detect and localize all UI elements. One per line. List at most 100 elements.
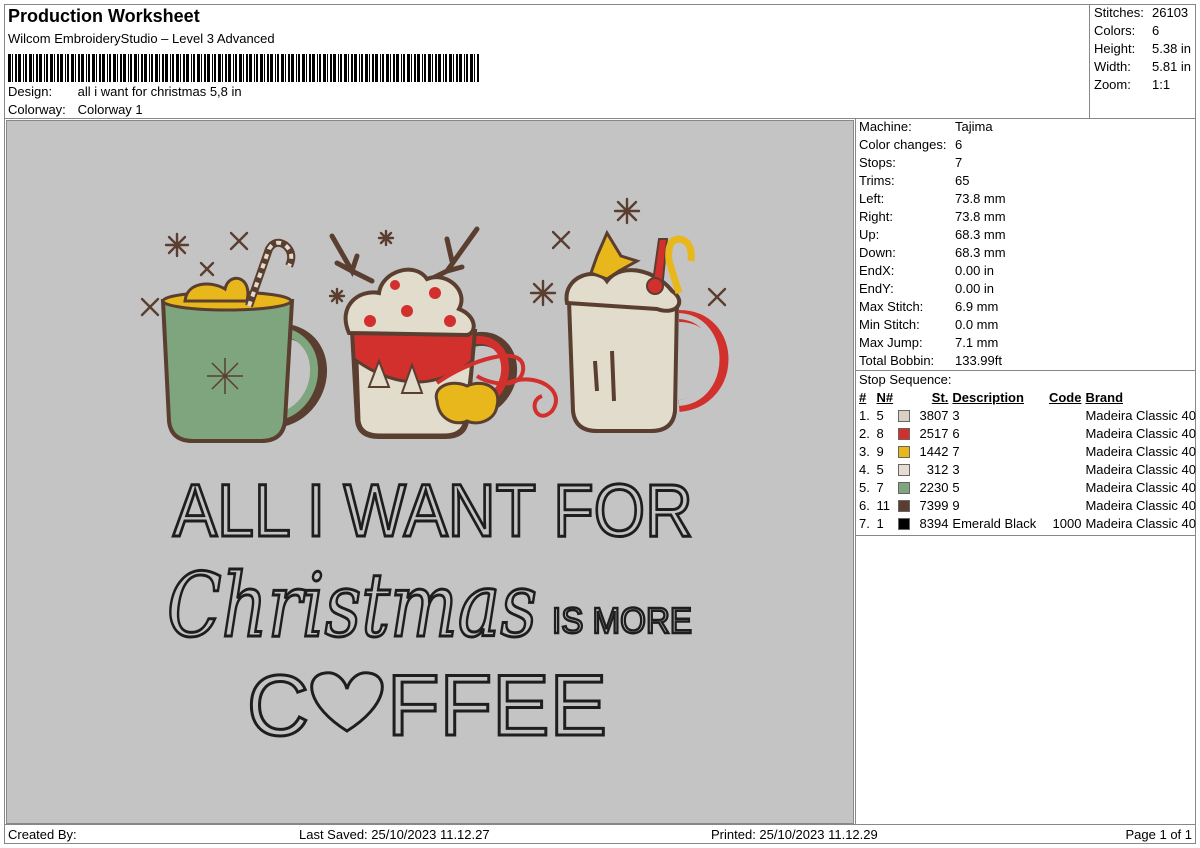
row-brand: Madeira Classic 40 (1085, 516, 1196, 531)
row-description: 3 (952, 462, 960, 477)
color-swatch (898, 500, 911, 512)
design-label: Design: (8, 84, 53, 99)
barcode-bar (92, 54, 95, 82)
header-left: Production Worksheet Wilcom EmbroiderySt… (4, 4, 1090, 118)
summary-label: Width: (1094, 59, 1131, 74)
property-value: 68.3 mm (955, 245, 1006, 260)
table-row: 1. 5 3807 3 Madeira Classic 40 (856, 407, 1196, 425)
barcode-bar (359, 54, 360, 82)
barcode-bar (134, 54, 137, 82)
table-header-row: # N# St. Description Code Brand (856, 389, 1196, 407)
barcode-bar (333, 54, 336, 82)
property-value: 6 (955, 137, 963, 152)
barcode-bar (183, 54, 185, 82)
barcode-bar (306, 54, 307, 82)
summary-value: 1:1 (1152, 77, 1171, 92)
barcode-bar (204, 54, 206, 82)
barcode-bar (67, 54, 69, 82)
property-label: Max Stitch: (859, 299, 924, 314)
barcode-bar (176, 54, 179, 82)
row-code (1044, 479, 1082, 497)
row-brand: Madeira Classic 40 (1085, 462, 1196, 477)
property-value: 65 (955, 173, 970, 188)
row-stitch-code: 8394 (919, 516, 949, 531)
table-row: 7. 1 8394 Emerald Black 1000 Madeira Classic … (856, 515, 1196, 533)
reindeer-mug (329, 226, 558, 439)
color-swatch (898, 446, 911, 458)
barcode-bar (88, 54, 90, 82)
row-code (1044, 443, 1082, 461)
barcode-bar (65, 54, 66, 82)
row-needle: 7 (876, 480, 884, 495)
property-row: Up: 68.3 mm (856, 226, 1196, 244)
property-label: Down: (859, 245, 896, 260)
barcode-bar (432, 54, 433, 82)
barcode-bar (351, 54, 353, 82)
barcode-bar (99, 54, 101, 82)
page-number: Page 1 of 1 (1125, 827, 1193, 842)
barcode-bar (162, 54, 164, 82)
barcode-bar (249, 54, 252, 82)
barcode-bar (380, 54, 381, 82)
barcode-bar (123, 54, 126, 82)
row-stitch-code: 2230 (919, 480, 949, 495)
barcode-bar (102, 54, 105, 82)
barcode-bar (130, 54, 132, 82)
barcode-bar (344, 54, 347, 82)
barcode-bar (453, 54, 454, 82)
barcode-bar (396, 54, 399, 82)
property-label: Right: (859, 209, 893, 224)
barcode-bar (193, 54, 195, 82)
colorway-label: Colorway: (8, 102, 66, 117)
barcode-bar (186, 54, 189, 82)
summary-row: Stitches: 26103 (1090, 4, 1196, 22)
col-header-description: Description (952, 390, 1024, 405)
barcode-bar (309, 54, 311, 82)
colorway-row: Colorway: Colorway 1 (8, 102, 143, 117)
property-row: Down: 68.3 mm (856, 244, 1196, 262)
barcode-bar (348, 54, 349, 82)
property-row: Trims: 65 (856, 172, 1196, 190)
barcode-bar (296, 54, 297, 82)
summary-label: Zoom: (1094, 77, 1131, 92)
barcode-bar (81, 54, 84, 82)
barcode-bar (117, 54, 118, 82)
stop-sequence-table: # N# St. Description Code Brand 1. 5 3807 3… (856, 389, 1196, 533)
row-code: 1000 (1052, 516, 1082, 531)
barcode-bar (212, 54, 213, 82)
design-preview: ALL I WANT FOR Christmas IS MORE C FFEE (6, 120, 854, 824)
row-stitch-code: 7399 (919, 498, 949, 513)
summary-label: Stitches: (1094, 5, 1144, 20)
heart-icon (310, 671, 384, 733)
property-row: Max Jump: 7.1 mm (856, 334, 1196, 352)
barcode-bar (330, 54, 332, 82)
row-description: 9 (952, 498, 960, 513)
application-name: Wilcom EmbroideryStudio – Level 3 Advanc… (8, 31, 275, 46)
barcode-bar (407, 54, 410, 82)
line-coffee-rest: FFEE (387, 658, 607, 754)
barcode-bar (23, 54, 24, 82)
property-value: 0.00 in (955, 263, 995, 278)
design-value: all i want for christmas 5,8 in (77, 84, 242, 99)
summary-value: 26103 (1152, 5, 1189, 20)
color-swatch (898, 518, 911, 530)
table-row: 2. 8 2517 6 Madeira Classic 40 (856, 425, 1196, 443)
property-value: Tajima (955, 119, 993, 134)
barcode-bar (302, 54, 305, 82)
row-needle: 1 (876, 516, 884, 531)
row-needle: 8 (876, 426, 884, 441)
barcode-bar (449, 54, 452, 82)
stop-sequence-label: Stop Sequence: (859, 372, 952, 387)
row-index: 4. (859, 462, 870, 477)
barcode-bar (33, 54, 34, 82)
property-label: EndX: (859, 263, 895, 278)
barcode-bar (170, 54, 171, 82)
barcode-bar (288, 54, 290, 82)
color-swatch (898, 482, 911, 494)
property-row: Total Bobbin: 133.99ft (856, 352, 1196, 370)
col-header-index: # (859, 390, 867, 405)
row-needle: 11 (876, 498, 890, 513)
barcode-bar (393, 54, 395, 82)
barcode-bar (46, 54, 48, 82)
row-stitch-code: 312 (926, 462, 949, 477)
